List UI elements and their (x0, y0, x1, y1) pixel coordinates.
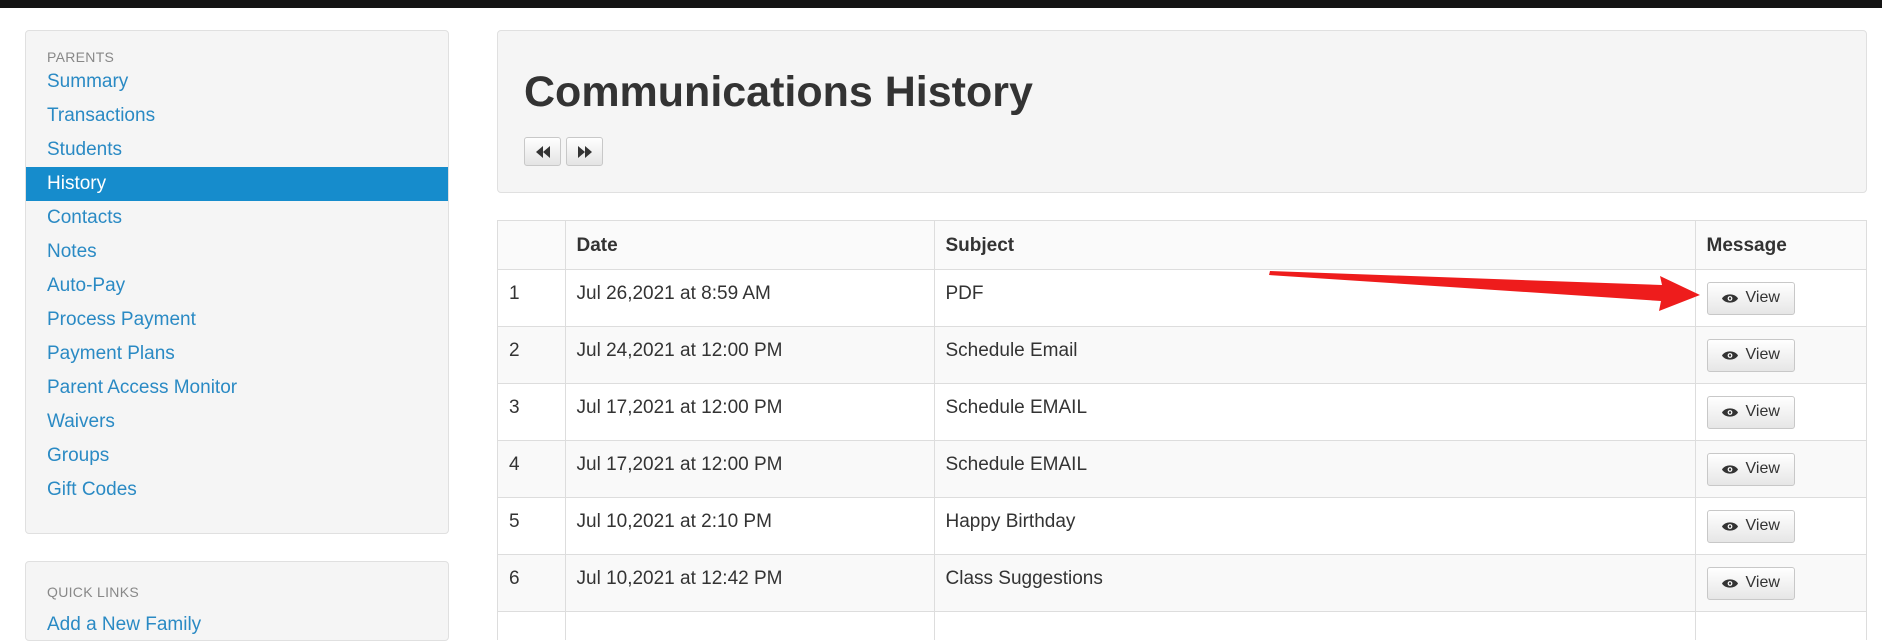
quick-link-add-family[interactable]: Add a New Family (47, 614, 201, 636)
sidebar-item-contacts[interactable]: Contacts (26, 201, 448, 235)
eye-icon (1721, 407, 1738, 417)
sidebar-item-payment-plans[interactable]: Payment Plans (26, 337, 448, 371)
view-button-label: View (1745, 517, 1780, 534)
eye-icon (1721, 293, 1738, 303)
view-message-button[interactable]: View (1706, 566, 1795, 600)
row-message-cell: View (1695, 326, 1866, 384)
row-date: Jul 17,2021 at 12:00 PM (565, 440, 935, 498)
sidebar-item-students[interactable]: Students (26, 133, 448, 167)
table-row: 6 Jul 10,2021 at 12:42 PM Class Suggesti… (498, 554, 1866, 612)
row-date: Jul 26,2021 at 8:59 AM (565, 269, 935, 327)
sidebar-nav: Summary Transactions Students History Co… (26, 65, 448, 507)
table-header-row: Date Subject Message (498, 221, 1866, 270)
sidebar-item-summary[interactable]: Summary (26, 65, 448, 99)
row-number: 2 (498, 326, 566, 384)
row-number: 6 (498, 554, 566, 612)
sidebar-item-auto-pay[interactable]: Auto-Pay (26, 269, 448, 303)
row-date: Jul 10,2021 at 2:10 PM (565, 497, 935, 555)
table-row: 5 Jul 10,2021 at 2:10 PM Happy Birthday … (498, 497, 1866, 555)
row-date: Jul 17,2021 at 12:00 PM (565, 383, 935, 441)
view-button-label: View (1745, 574, 1780, 591)
sidebar-item-process-payment[interactable]: Process Payment (26, 303, 448, 337)
sidebar-item-gift-codes[interactable]: Gift Codes (26, 473, 448, 507)
row-subject: Class Suggestions (934, 554, 1696, 612)
view-button-label: View (1745, 289, 1780, 306)
history-table: Date Subject Message 1 Jul 26,2021 at 8:… (498, 221, 1866, 640)
view-button-label: View (1745, 460, 1780, 477)
eye-icon (1721, 350, 1738, 360)
sidebar-parents-panel: PARENTS Summary Transactions Students Hi… (25, 30, 449, 534)
row-number: 5 (498, 497, 566, 555)
row-message-cell: View (1695, 554, 1866, 612)
view-button-label: View (1745, 403, 1780, 420)
previous-page-button[interactable] (524, 137, 561, 166)
table-row-partial (498, 611, 1866, 640)
top-bar (0, 0, 1882, 8)
row-number: 3 (498, 383, 566, 441)
row-subject: Schedule EMAIL (934, 440, 1696, 498)
row-message-cell: View (1695, 497, 1866, 555)
row-subject: Happy Birthday (934, 497, 1696, 555)
column-header-subject: Subject (934, 221, 1696, 270)
page-header: Communications History (497, 30, 1867, 193)
row-message-cell: View (1695, 383, 1866, 441)
eye-icon (1721, 464, 1738, 474)
view-message-button[interactable]: View (1706, 395, 1795, 429)
column-header-number (498, 221, 566, 270)
column-header-message: Message (1695, 221, 1866, 270)
table-row: 1 Jul 26,2021 at 8:59 AM PDF View (498, 269, 1866, 327)
quick-links-title: QUICK LINKS (47, 584, 139, 600)
page-title: Communications History (524, 68, 1033, 116)
sidebar-item-groups[interactable]: Groups (26, 439, 448, 473)
view-message-button[interactable]: View (1706, 509, 1795, 543)
row-subject: Schedule EMAIL (934, 383, 1696, 441)
next-page-button[interactable] (566, 137, 603, 166)
fast-forward-icon (577, 145, 592, 158)
row-subject: Schedule Email (934, 326, 1696, 384)
sidebar-item-waivers[interactable]: Waivers (26, 405, 448, 439)
row-date: Jul 24,2021 at 12:00 PM (565, 326, 935, 384)
view-message-button[interactable]: View (1706, 281, 1795, 315)
view-message-button[interactable]: View (1706, 338, 1795, 372)
table-row: 4 Jul 17,2021 at 12:00 PM Schedule EMAIL… (498, 440, 1866, 498)
sidebar-item-parent-access-monitor[interactable]: Parent Access Monitor (26, 371, 448, 405)
row-date: Jul 10,2021 at 12:42 PM (565, 554, 935, 612)
table-row: 2 Jul 24,2021 at 12:00 PM Schedule Email… (498, 326, 1866, 384)
sidebar-item-transactions[interactable]: Transactions (26, 99, 448, 133)
view-button-label: View (1745, 346, 1780, 363)
fast-backward-icon (535, 145, 550, 158)
history-table-container: Date Subject Message 1 Jul 26,2021 at 8:… (497, 220, 1867, 640)
sidebar-item-notes[interactable]: Notes (26, 235, 448, 269)
sidebar-section-title: PARENTS (47, 49, 115, 65)
view-message-button[interactable]: View (1706, 452, 1795, 486)
table-row: 3 Jul 17,2021 at 12:00 PM Schedule EMAIL… (498, 383, 1866, 441)
row-message-cell: View (1695, 440, 1866, 498)
eye-icon (1721, 521, 1738, 531)
row-number: 1 (498, 269, 566, 327)
row-subject: PDF (934, 269, 1696, 327)
column-header-date: Date (565, 221, 935, 270)
row-message-cell: View (1695, 269, 1866, 327)
eye-icon (1721, 578, 1738, 588)
sidebar-item-history[interactable]: History (26, 167, 448, 201)
sidebar-quick-links-panel: QUICK LINKS Add a New Family (25, 561, 449, 641)
row-number: 4 (498, 440, 566, 498)
